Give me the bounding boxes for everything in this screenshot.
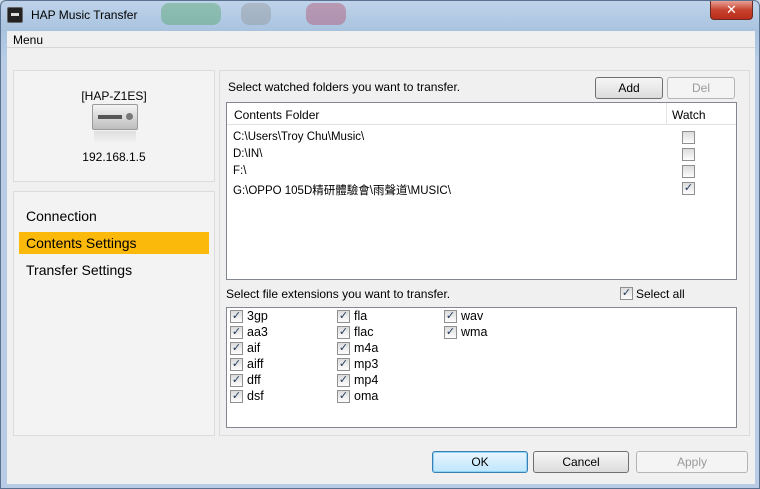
ok-button[interactable]: OK	[432, 451, 528, 473]
extension-label: mp4	[354, 373, 379, 387]
client-area: [HAP-Z1ES] 192.168.1.5 Connection Conten…	[7, 48, 755, 484]
watch-checkbox[interactable]: ✓	[682, 182, 695, 195]
extension-checkbox[interactable]: ✓	[337, 374, 350, 387]
menu-item[interactable]: Menu	[13, 33, 43, 47]
extension-label: wav	[461, 309, 484, 323]
column-contents-folder[interactable]: Contents Folder	[234, 108, 319, 122]
folder-path: F:\	[233, 165, 247, 177]
background-artifact	[306, 3, 346, 25]
extensions-instruction: Select file extensions you want to trans…	[226, 287, 451, 301]
extension-label: flac	[354, 325, 374, 339]
extension-label: aa3	[247, 325, 268, 339]
column-watch[interactable]: Watch	[672, 108, 706, 122]
folder-row[interactable]: G:\OPPO 105D精研體驗會\雨聲道\MUSIC\ ✓	[227, 180, 736, 197]
folder-list[interactable]: Contents Folder Watch C:\Users\Troy Chu\…	[226, 102, 737, 280]
title-bar[interactable]: HAP Music Transfer ✕	[1, 1, 759, 29]
extension-checkbox[interactable]: ✓	[337, 326, 350, 339]
folder-row[interactable]: D:\IN\	[227, 146, 736, 163]
extension-checkbox[interactable]: ✓	[337, 358, 350, 371]
settings-nav: Connection Contents Settings Transfer Se…	[13, 191, 215, 436]
extension-checkbox[interactable]: ✓	[230, 358, 243, 371]
extension-label: aiff	[247, 357, 264, 371]
extension-checkbox[interactable]: ✓	[230, 326, 243, 339]
extension-checkbox[interactable]: ✓	[444, 326, 457, 339]
folder-path: D:\IN\	[233, 148, 263, 160]
extension-checkbox[interactable]: ✓	[444, 310, 457, 323]
select-all-label: Select all	[636, 287, 685, 301]
extension-checkbox[interactable]: ✓	[230, 374, 243, 387]
device-name: [HAP-Z1ES]	[81, 89, 147, 103]
nav-item-connection[interactable]: Connection	[19, 205, 209, 227]
extension-label: 3gp	[247, 309, 268, 323]
select-all-check[interactable]: ✓	[620, 287, 633, 300]
folder-list-header: Contents Folder Watch	[227, 103, 736, 125]
contents-settings-panel: Select watched folders you want to trans…	[219, 70, 750, 436]
menu-bar: Menu	[7, 31, 755, 48]
extension-checkbox[interactable]: ✓	[230, 342, 243, 355]
nav-item-contents-settings[interactable]: Contents Settings	[19, 232, 209, 254]
extension-checkbox[interactable]: ✓	[337, 310, 350, 323]
del-button[interactable]: Del	[667, 77, 735, 99]
folder-path: C:\Users\Troy Chu\Music\	[233, 131, 365, 143]
extension-label: dsf	[247, 389, 264, 403]
folder-row[interactable]: C:\Users\Troy Chu\Music\	[227, 129, 736, 146]
extension-label: fla	[354, 309, 368, 323]
add-button[interactable]: Add	[595, 77, 663, 99]
app-window: HAP Music Transfer ✕ Menu [HAP-Z1ES] 192…	[0, 0, 760, 489]
window-title: HAP Music Transfer	[31, 8, 138, 22]
extension-checkbox[interactable]: ✓	[337, 390, 350, 403]
folders-instruction: Select watched folders you want to trans…	[228, 80, 461, 94]
extension-label: dff	[247, 373, 261, 387]
watch-checkbox[interactable]	[682, 148, 695, 161]
close-button[interactable]: ✕	[710, 1, 753, 20]
cancel-button[interactable]: Cancel	[533, 451, 629, 473]
device-ip: 192.168.1.5	[82, 150, 146, 164]
app-icon	[7, 7, 23, 23]
apply-button[interactable]: Apply	[636, 451, 748, 473]
device-icon	[92, 104, 138, 144]
extension-label: oma	[354, 389, 379, 403]
background-artifact	[161, 3, 221, 25]
background-artifact	[241, 3, 271, 25]
extension-label: wma	[461, 325, 488, 339]
watch-checkbox[interactable]	[682, 131, 695, 144]
extension-checkbox[interactable]: ✓	[230, 310, 243, 323]
watch-checkbox[interactable]	[682, 165, 695, 178]
extension-checkbox[interactable]: ✓	[337, 342, 350, 355]
folder-path: G:\OPPO 105D精研體驗會\雨聲道\MUSIC\	[233, 185, 451, 197]
extension-checkbox[interactable]: ✓	[230, 390, 243, 403]
extension-label: aif	[247, 341, 261, 355]
extension-list: ✓ 3gp ✓ aa3 ✓ aif ✓ aiff ✓ dff ✓ dsf ✓ fla ✓ flac ✓ m4a ✓ m…	[226, 307, 737, 428]
extension-label: m4a	[354, 341, 379, 355]
folder-row[interactable]: F:\	[227, 163, 736, 180]
nav-item-transfer-settings[interactable]: Transfer Settings	[19, 259, 209, 281]
extension-label: mp3	[354, 357, 379, 371]
device-panel: [HAP-Z1ES] 192.168.1.5	[13, 70, 215, 182]
